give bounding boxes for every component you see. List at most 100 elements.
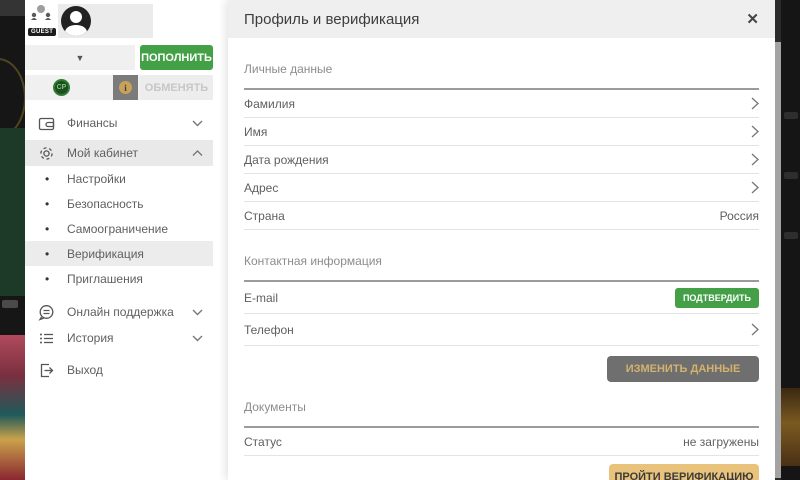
background-game-thumbnail	[781, 388, 800, 466]
account-sidebar: GUEST ▼ ПОПОЛНИТЬ CP i ОБМЕНЯТЬ	[25, 0, 213, 480]
avatar[interactable]	[58, 4, 153, 38]
close-icon[interactable]: ✕	[746, 12, 759, 27]
sidebar-item-support[interactable]: Онлайн поддержка	[25, 299, 213, 325]
balance-row: ▼ ПОПОЛНИТЬ	[25, 45, 213, 70]
sidebar-item-label: Безопасность	[67, 197, 144, 211]
field-row-country: Страна Россия	[244, 202, 759, 230]
chevron-down-icon	[192, 309, 203, 316]
sidebar-item-logout[interactable]: Выход	[25, 357, 213, 383]
logout-icon	[38, 362, 55, 379]
field-row-firstname[interactable]: Имя	[244, 118, 759, 146]
chevron-down-icon	[192, 335, 203, 342]
user-row: GUEST	[28, 4, 153, 40]
edit-button-row: ИЗМЕНИТЬ ДАННЫЕ	[244, 356, 759, 382]
sidebar-item-self-limitation[interactable]: • Самоограничение	[25, 216, 213, 241]
field-row-phone[interactable]: Телефон	[244, 314, 759, 346]
background-fragment	[784, 232, 798, 239]
sidebar-item-label: Финансы	[67, 116, 192, 130]
cp-coin-icon: CP	[53, 79, 70, 96]
avatar-silhouette-icon	[61, 6, 91, 36]
chevron-down-icon	[192, 120, 203, 127]
cabinet-submenu: • Настройки • Безопасность • Самоогранич…	[25, 166, 213, 291]
sidebar-item-label: Онлайн поддержка	[67, 305, 192, 319]
field-label: Страна	[244, 209, 285, 223]
field-label: Фамилия	[244, 97, 295, 111]
bonus-row: CP i ОБМЕНЯТЬ	[25, 75, 213, 100]
sidebar-item-label: Приглашения	[67, 272, 143, 286]
sidebar-item-label: Самоограничение	[67, 222, 168, 236]
background-game-thumbnail	[0, 335, 25, 480]
background-site-right	[781, 0, 800, 480]
modal-body: Личные данные Фамилия Имя Дата рождения	[228, 62, 775, 480]
background-fragment	[0, 128, 25, 296]
sidebar-item-label: История	[67, 331, 192, 345]
field-row-surname[interactable]: Фамилия	[244, 90, 759, 118]
field-row-status: Статус не загружены	[244, 428, 759, 456]
guest-account-button[interactable]: GUEST	[28, 4, 56, 38]
modal-title: Профиль и верификация	[244, 11, 746, 28]
topup-button[interactable]: ПОПОЛНИТЬ	[140, 45, 213, 70]
field-label: E-mail	[244, 291, 278, 305]
modal-header: Профиль и верификация ✕	[228, 0, 775, 38]
section-documents-heading: Документы	[244, 400, 759, 428]
background-site-left	[0, 0, 25, 480]
bullet-icon: •	[45, 222, 67, 236]
sidebar-item-label: Выход	[67, 363, 203, 377]
background-logo-fragment	[0, 58, 25, 138]
sidebar-menu: Финансы Мой кабинет • Настройки	[25, 110, 213, 383]
sidebar-item-label: Настройки	[67, 172, 126, 186]
edit-data-button[interactable]: ИЗМЕНИТЬ ДАННЫЕ	[607, 356, 759, 382]
list-icon	[38, 330, 55, 347]
verify-button-row: ПРОЙТИ ВЕРИФИКАЦИЮ	[244, 464, 759, 480]
field-label: Статус	[244, 435, 282, 449]
section-personal-heading: Личные данные	[244, 62, 759, 90]
background-fragment	[0, 0, 25, 16]
chevron-right-icon	[751, 323, 759, 336]
exchange-button[interactable]: ОБМЕНЯТЬ	[140, 75, 213, 100]
balance-dropdown[interactable]: ▼	[25, 45, 135, 70]
field-label: Имя	[244, 125, 267, 139]
sidebar-item-history[interactable]: История	[25, 325, 213, 351]
chat-icon	[38, 304, 55, 321]
confirm-email-button[interactable]: ПОДТВЕРДИТЬ	[675, 288, 759, 308]
profile-modal: Профиль и верификация ✕ Личные данные Фа…	[228, 0, 775, 480]
chevron-right-icon	[751, 125, 759, 138]
field-label: Телефон	[244, 323, 294, 337]
field-row-birthdate[interactable]: Дата рождения	[244, 146, 759, 174]
field-row-email: E-mail ПОДТВЕРДИТЬ	[244, 282, 759, 314]
background-fragment	[784, 112, 798, 119]
bonus-info-button[interactable]: i	[113, 75, 138, 100]
field-value: Россия	[720, 209, 759, 223]
field-row-address[interactable]: Адрес	[244, 174, 759, 202]
screen: GUEST ▼ ПОПОЛНИТЬ CP i ОБМЕНЯТЬ	[0, 0, 800, 480]
pass-verification-button[interactable]: ПРОЙТИ ВЕРИФИКАЦИЮ	[609, 464, 759, 480]
section-contact-heading: Контактная информация	[244, 254, 759, 282]
sidebar-item-security[interactable]: • Безопасность	[25, 191, 213, 216]
chevron-right-icon	[751, 153, 759, 166]
sidebar-item-cabinet[interactable]: Мой кабинет	[25, 140, 213, 166]
background-fragment	[784, 172, 798, 179]
background-fragment	[2, 300, 18, 308]
field-label: Адрес	[244, 181, 278, 195]
bullet-icon: •	[45, 247, 67, 261]
bullet-icon: •	[45, 197, 67, 211]
status-value: не загружены	[683, 435, 759, 449]
sidebar-item-invitations[interactable]: • Приглашения	[25, 266, 213, 291]
guest-badge: GUEST	[28, 28, 56, 36]
sidebar-item-label: Мой кабинет	[67, 146, 192, 160]
bullet-icon: •	[45, 272, 67, 286]
field-label: Дата рождения	[244, 153, 329, 167]
chevron-up-icon	[192, 150, 203, 157]
guest-users-icon	[28, 4, 54, 20]
chevron-right-icon	[751, 97, 759, 110]
gear-icon	[38, 145, 55, 162]
chevron-right-icon	[751, 181, 759, 194]
wallet-icon	[38, 115, 55, 132]
dropdown-arrow-icon: ▼	[76, 53, 85, 63]
sidebar-item-verification[interactable]: • Верификация	[25, 241, 213, 266]
sidebar-item-finances[interactable]: Финансы	[25, 110, 213, 136]
sidebar-item-label: Верификация	[67, 247, 144, 261]
sidebar-item-settings[interactable]: • Настройки	[25, 166, 213, 191]
bullet-icon: •	[45, 172, 67, 186]
info-icon: i	[119, 81, 132, 94]
